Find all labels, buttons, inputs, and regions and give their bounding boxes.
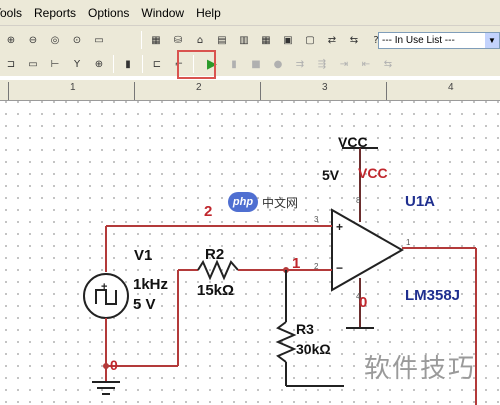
zoom-in-icon[interactable]: ⊕ bbox=[2, 31, 20, 49]
net-2-label: 2 bbox=[204, 203, 213, 220]
r2-ref-label: R2 bbox=[205, 246, 225, 263]
breakpoint-icon[interactable]: ⇤ bbox=[357, 55, 375, 73]
r3-ref-label: R3 bbox=[296, 321, 314, 337]
grapher-icon[interactable]: ▣ bbox=[279, 31, 297, 49]
r2-value-label: 15kΩ bbox=[197, 282, 235, 299]
menu-reports[interactable]: Reports bbox=[28, 6, 82, 20]
toolbar-separator bbox=[141, 31, 142, 49]
ruler-mark-1: 1 bbox=[70, 82, 76, 93]
postprocessor-icon[interactable]: ▥ bbox=[235, 31, 253, 49]
pin-1-label: 1 bbox=[406, 238, 411, 247]
pin-2-label: 2 bbox=[314, 262, 319, 271]
ruler-tick bbox=[386, 82, 387, 100]
component-icon[interactable]: ⌂ bbox=[191, 31, 209, 49]
net-0-left-label: 0 bbox=[110, 357, 118, 373]
ruler: 1 2 3 4 bbox=[0, 80, 500, 101]
chevron-down-icon[interactable]: ▼ bbox=[485, 33, 499, 48]
toolbar-separator bbox=[142, 55, 143, 73]
transfer-icon[interactable]: ⇄ bbox=[323, 31, 341, 49]
net-0-right-label: 0 bbox=[359, 294, 368, 311]
probe-icon[interactable]: ● bbox=[269, 55, 287, 73]
opamp-ref-label: U1A bbox=[405, 193, 436, 210]
php-logo: php bbox=[228, 192, 258, 212]
in-use-list-label: --- In Use List --- bbox=[382, 35, 455, 46]
v1-amplitude-label: 5 V bbox=[133, 296, 156, 313]
ruler-tick bbox=[134, 82, 135, 100]
net-1-label: 1 bbox=[292, 255, 301, 272]
ttl-icon[interactable]: ▮ bbox=[119, 55, 137, 73]
toolbar-separator bbox=[113, 55, 114, 73]
v1-frequency-label: 1kHz bbox=[133, 276, 169, 293]
database-icon[interactable]: ⛁ bbox=[169, 31, 187, 49]
source-plus-sign: + bbox=[101, 281, 107, 293]
step-icon[interactable]: ⇉ bbox=[291, 55, 309, 73]
pin-8-label: 8 bbox=[356, 196, 361, 205]
ruler-mark-3: 3 bbox=[322, 82, 328, 93]
graph-icon[interactable]: ▤ bbox=[213, 31, 231, 49]
ruler-mark-4: 4 bbox=[448, 82, 454, 93]
cmos-icon[interactable]: ⊏ bbox=[148, 55, 166, 73]
menu-options[interactable]: Options bbox=[82, 6, 135, 20]
place-component-icon[interactable]: ⊐ bbox=[2, 55, 20, 73]
menu-help[interactable]: Help bbox=[190, 6, 227, 20]
minus-sign: − bbox=[336, 261, 343, 275]
analog-icon[interactable]: ⊕ bbox=[90, 55, 108, 73]
zoom-area-icon[interactable]: ◎ bbox=[46, 31, 64, 49]
vcc-net-label: VCC bbox=[358, 165, 388, 181]
hierarchy-icon[interactable]: ▦ bbox=[147, 31, 165, 49]
watermark-bottom: 软件技巧 bbox=[364, 354, 477, 384]
in-use-list-dropdown[interactable]: --- In Use List --- ▼ bbox=[378, 32, 500, 49]
step-into-icon[interactable]: ⇥ bbox=[335, 55, 353, 73]
step-over-icon[interactable]: ⇶ bbox=[313, 55, 331, 73]
watermark-php: php 中文网 bbox=[228, 192, 298, 212]
electrical-rules-icon[interactable]: ▢ bbox=[301, 31, 319, 49]
zoom-page-icon[interactable]: ▭ bbox=[90, 31, 108, 49]
menu-bar: Tools Reports Options Window Help bbox=[0, 0, 500, 26]
vcc-value: 5V bbox=[322, 167, 340, 183]
spreadsheet-icon[interactable]: ▦ bbox=[257, 31, 275, 49]
pause-icon[interactable]: ▮ bbox=[225, 55, 243, 73]
opamp-model-label: LM358J bbox=[405, 287, 461, 304]
ruler-tick bbox=[260, 82, 261, 100]
diode-icon[interactable]: ⊢ bbox=[46, 55, 64, 73]
plus-sign: + bbox=[336, 220, 343, 234]
misc-component-icon[interactable]: ▭ bbox=[24, 55, 42, 73]
stop-icon[interactable]: ■ bbox=[247, 55, 265, 73]
zoom-fit-icon[interactable]: ⊙ bbox=[68, 31, 86, 49]
remove-breakpoint-icon[interactable]: ⇆ bbox=[379, 55, 397, 73]
toolbar-area: ⊕ ⊖ ◎ ⊙ ▭ ▦ ⛁ ⌂ ▤ ▥ ▦ ▣ ▢ ⇄ ⇆ ? --- In U… bbox=[0, 26, 500, 76]
ruler-tick bbox=[8, 82, 9, 100]
v1-ref-label: V1 bbox=[134, 247, 153, 264]
toolbar-row-1: ⊕ ⊖ ◎ ⊙ ▭ ▦ ⛁ ⌂ ▤ ▥ ▦ ▣ ▢ ⇄ ⇆ ? bbox=[0, 29, 387, 51]
run-highlight-box bbox=[177, 50, 216, 79]
r3-value-label: 30kΩ bbox=[296, 341, 331, 357]
back-annotate-icon[interactable]: ⇆ bbox=[345, 31, 363, 49]
vcc-label: VCC bbox=[338, 134, 368, 150]
menu-tools[interactable]: Tools bbox=[0, 6, 28, 20]
pin-3-label: 3 bbox=[314, 215, 319, 224]
menu-window[interactable]: Window bbox=[135, 6, 190, 20]
zoom-out-icon[interactable]: ⊖ bbox=[24, 31, 42, 49]
ruler-mark-2: 2 bbox=[196, 82, 202, 93]
watermark-text: 中文网 bbox=[262, 195, 299, 210]
transistor-icon[interactable]: Y bbox=[68, 55, 86, 73]
